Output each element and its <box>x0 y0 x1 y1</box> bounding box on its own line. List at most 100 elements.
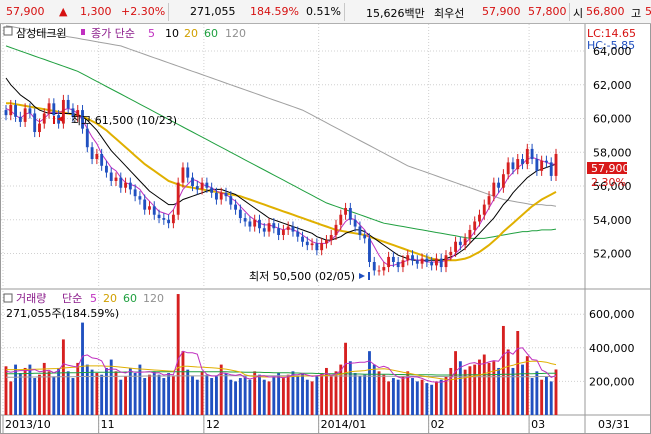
candle-body <box>425 258 429 262</box>
volume-bar <box>234 381 237 415</box>
candle-body <box>382 267 386 271</box>
volume-bar <box>530 378 534 415</box>
candle-body <box>430 261 434 266</box>
volume-bar <box>281 378 285 415</box>
volume-bar <box>133 373 137 415</box>
x-tick-label: 11 <box>101 418 115 431</box>
candle-body <box>406 255 410 261</box>
candle-body <box>33 113 37 133</box>
volume-bar <box>444 376 448 415</box>
volume-bar <box>363 374 367 415</box>
candle-body <box>281 229 285 235</box>
stock-chart[interactable]: 삼성테크윈 종가 단순 5 10 20 60 120 LC:14.65 HC:-… <box>1 24 650 433</box>
volume-bar <box>439 379 443 415</box>
candle-body <box>138 196 142 200</box>
candle-body <box>191 177 194 187</box>
volume-bar <box>76 362 80 415</box>
candle-body <box>521 159 524 165</box>
candle-body <box>305 241 309 246</box>
high-annotation-text: 최고 61,500 (10/23) <box>71 114 177 127</box>
candle-body <box>291 226 295 232</box>
candle-body <box>511 162 515 170</box>
volume-bar <box>473 364 477 415</box>
volume-bar <box>415 381 419 415</box>
volume-title: 거래량 <box>16 292 46 305</box>
trade-value: 15,626백만 <box>366 7 425 20</box>
candle-body <box>473 221 477 230</box>
candle-body <box>105 165 108 173</box>
vol-ma-period-60: 60 <box>123 292 137 305</box>
candle-body <box>377 270 381 272</box>
volume-bar <box>119 379 123 415</box>
candle-body <box>200 182 204 190</box>
volume-axis: 200,000 400,000 600,000 <box>589 308 635 388</box>
candle-body <box>124 182 127 188</box>
x-tick-label: 2014/01 <box>321 418 367 431</box>
volume-bar <box>18 373 22 415</box>
candle-body <box>14 105 17 117</box>
volume-bar <box>454 351 457 415</box>
ma-period-5: 5 <box>148 27 155 40</box>
candle-body <box>157 214 161 219</box>
price-tick-label: 62,000 <box>593 79 632 92</box>
volume-bar <box>396 379 400 415</box>
volume-bar <box>215 376 218 415</box>
candle-body <box>85 128 89 148</box>
candle-body <box>100 153 104 166</box>
candle-body <box>38 123 41 133</box>
open-label: 시 <box>573 7 584 20</box>
candle-body <box>286 226 290 230</box>
candle-body <box>420 258 424 264</box>
price-tick-label: 58,000 <box>593 146 632 159</box>
volume-bar <box>492 361 496 415</box>
volume-bar <box>305 379 309 415</box>
candle-body <box>535 159 539 171</box>
ask-price: 57,900 <box>482 5 521 18</box>
price-tick-label: 60,000 <box>593 113 632 126</box>
volume-bar <box>52 376 56 415</box>
volume-bar <box>128 367 132 415</box>
candle-body <box>18 116 22 122</box>
candle-body <box>530 148 534 160</box>
candle-body <box>176 182 180 215</box>
last-price-text: 57,900 <box>591 162 630 175</box>
candle-body <box>325 240 328 244</box>
candle-body <box>301 236 304 242</box>
volume-bar <box>458 361 462 415</box>
candle-body <box>248 221 252 227</box>
volume-bar <box>334 371 338 415</box>
candle-body <box>372 261 376 271</box>
volume-bar <box>33 378 37 415</box>
volume-bar <box>176 294 180 415</box>
volume-bar <box>95 373 99 415</box>
volume-bar <box>243 376 247 415</box>
candle-body <box>267 223 271 232</box>
candle-body <box>444 255 448 268</box>
up-arrow-icon: ▲ <box>59 5 68 18</box>
quote-bar: 57,900 ▲ 1,300 +2.30% 271,055 184.59% 0.… <box>0 0 651 24</box>
volume-bar <box>109 359 113 415</box>
bid-price: 57,800 <box>528 5 567 18</box>
candle-body <box>210 187 214 193</box>
ma-period-60: 60 <box>204 27 218 40</box>
candle-body <box>506 162 510 175</box>
candle-body <box>167 219 171 224</box>
x-tick-label: 02 <box>431 418 445 431</box>
vol-ma-period-20: 20 <box>103 292 117 305</box>
volume-bar <box>210 378 214 415</box>
volume-bar <box>545 376 548 415</box>
price-change-pct: +2.30% <box>121 5 166 18</box>
volume-bar <box>411 378 414 415</box>
volume-bar <box>205 374 209 415</box>
candle-body <box>554 153 558 176</box>
candle-body <box>549 162 553 176</box>
current-price: 57,900 <box>6 5 45 18</box>
volume-bar <box>425 383 429 415</box>
price-legend: 삼성테크윈 종가 단순 5 10 20 60 120 <box>3 26 246 40</box>
volume-bar <box>377 371 381 415</box>
candle-body <box>329 234 333 241</box>
volume-bar <box>339 364 343 415</box>
volume-bar <box>420 379 424 415</box>
candle-body <box>9 105 13 116</box>
price-tick-label: 52,000 <box>593 248 632 261</box>
